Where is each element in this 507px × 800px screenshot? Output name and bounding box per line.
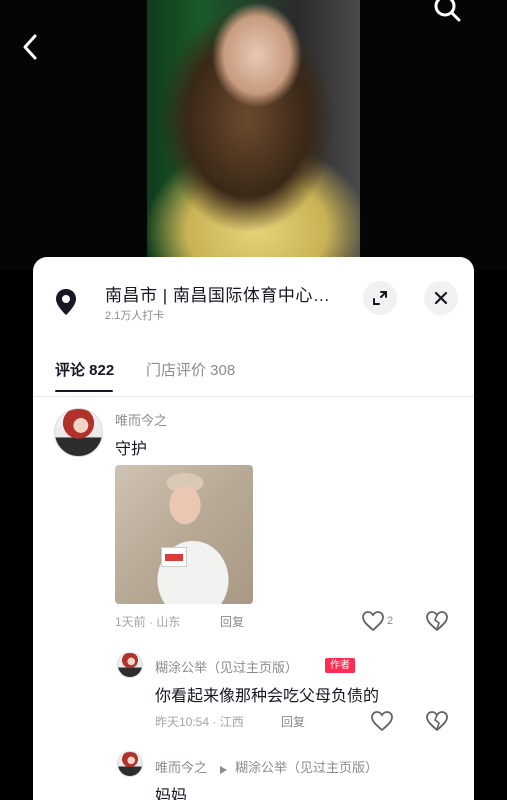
reply-text: 你看起来像那种会吃父母负债的 xyxy=(155,688,380,705)
broken-heart-icon[interactable] xyxy=(425,710,449,732)
heart-icon[interactable] xyxy=(361,610,385,632)
comment-image[interactable] xyxy=(115,465,253,604)
reply-button[interactable]: 回复 xyxy=(281,713,305,730)
tab-store-reviews[interactable]: 门店评价 308 xyxy=(146,359,235,380)
location-pin-icon xyxy=(53,287,79,317)
location-comments-sheet: 南昌市 | 南昌国际体育中心… 2.1万人打卡 评论 822 门店评价 308 … xyxy=(33,257,474,800)
reply-author[interactable]: 糊涂公举（见过主页版） xyxy=(155,657,298,676)
location-title[interactable]: 南昌市 | 南昌国际体育中心… xyxy=(105,281,330,306)
tab-comments[interactable]: 评论 822 xyxy=(55,359,114,380)
expand-icon xyxy=(373,291,387,305)
reply-to-user[interactable]: 糊涂公举（见过主页版） xyxy=(235,757,378,776)
heart-icon[interactable] xyxy=(370,710,394,732)
broken-heart-icon[interactable] xyxy=(425,610,449,632)
close-icon xyxy=(434,291,448,305)
close-button[interactable] xyxy=(424,281,458,315)
avatar[interactable] xyxy=(117,652,143,678)
reply-text: 妈妈 xyxy=(155,788,188,800)
active-tab-indicator xyxy=(55,390,113,392)
reply-button[interactable]: 回复 xyxy=(220,613,244,630)
comment-author[interactable]: 唯而今之 xyxy=(115,410,167,429)
author-badge: 作者 xyxy=(325,658,355,673)
checkin-count: 2.1万人打卡 xyxy=(105,310,165,322)
chevron-left-icon[interactable] xyxy=(18,32,44,62)
divider xyxy=(33,396,474,397)
like-count: 2 xyxy=(387,615,394,627)
avatar[interactable] xyxy=(117,751,143,777)
reply-meta: 昨天10:54 · 江西 xyxy=(155,715,244,729)
video-player[interactable] xyxy=(147,0,360,258)
comment-tabs: 评论 822 门店评价 308 xyxy=(33,355,474,395)
reply-author[interactable]: 唯而今之 xyxy=(155,757,207,776)
comment-text: 守护 xyxy=(115,441,148,458)
expand-button[interactable] xyxy=(363,281,397,315)
reply-arrow-icon xyxy=(219,760,228,774)
comment-meta: 1天前 · 山东 xyxy=(115,615,181,629)
avatar[interactable] xyxy=(54,408,103,457)
search-icon[interactable] xyxy=(432,0,462,24)
